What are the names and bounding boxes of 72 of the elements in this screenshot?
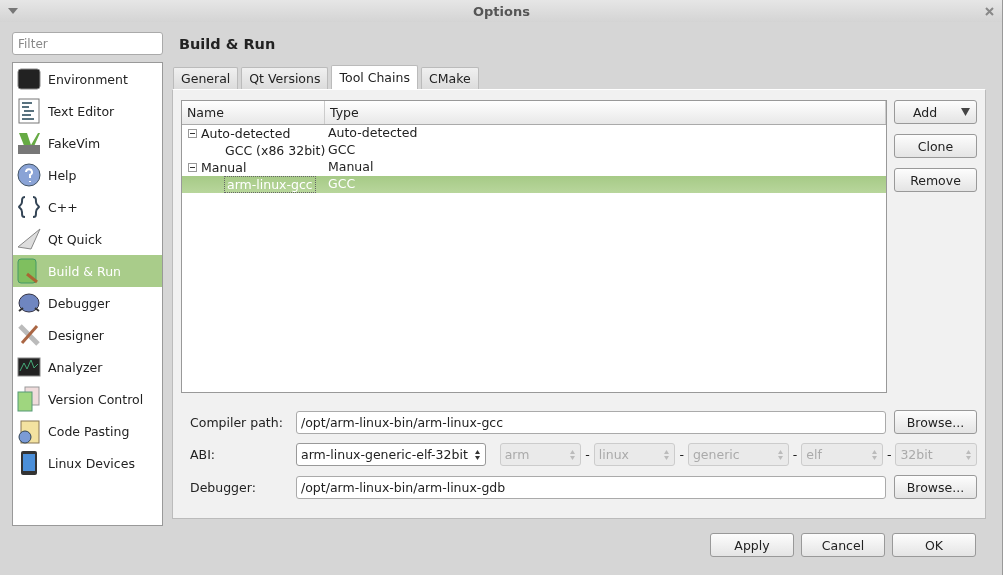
column-header[interactable]: Type — [325, 101, 886, 124]
category-icon — [16, 418, 42, 444]
tree-cell-text: GCC — [327, 176, 356, 193]
category-icon — [16, 291, 42, 315]
browse-button[interactable]: Browse... — [894, 475, 977, 499]
filter-field[interactable]: Filter — [12, 32, 163, 55]
tab[interactable]: Tool Chains — [331, 65, 418, 89]
category-icon — [16, 357, 42, 377]
sidebar-item[interactable]: Help — [13, 159, 162, 191]
tree-row[interactable]: Manual Manual — [182, 159, 886, 176]
toolbar-button[interactable]: Remove — [894, 168, 977, 192]
sidebar-item[interactable]: Version Control — [13, 383, 162, 415]
tree-cell: GCC (x86 32bit) — [225, 143, 326, 158]
sidebar-item[interactable]: Code Pasting — [13, 415, 162, 447]
sidebar-item[interactable]: Designer — [13, 319, 162, 351]
add-button[interactable]: Add — [894, 100, 977, 124]
spinner-arrows-icon — [663, 448, 671, 461]
sidebar-item[interactable]: C++ — [13, 191, 162, 223]
dropdown-arrow-icon — [961, 108, 970, 116]
category-icon — [16, 98, 42, 124]
spinner-arrows-icon — [569, 448, 577, 461]
category-icon — [16, 68, 42, 90]
column-header[interactable]: Name — [182, 101, 325, 124]
tree-cell-text: Auto-detected — [327, 125, 418, 142]
tab[interactable]: CMake — [420, 67, 479, 89]
browse-button[interactable]: Browse... — [894, 410, 977, 434]
category-icon — [16, 386, 42, 412]
tab[interactable]: Qt Versions — [241, 67, 329, 89]
sidebar-item[interactable]: Analyzer — [13, 351, 162, 383]
category-icon — [16, 163, 42, 187]
separator-text: - — [792, 447, 798, 462]
sidebar-item[interactable]: Linux Devices — [13, 447, 162, 479]
compiler-path-field[interactable]: /opt/arm-linux-bin/arm-linux-gcc — [296, 410, 886, 434]
spinner-arrows-icon — [473, 448, 481, 461]
spinner-arrows-icon — [870, 448, 878, 461]
field-label: Compiler path: — [190, 414, 284, 430]
category-icon — [16, 323, 42, 347]
close-icon[interactable] — [985, 6, 994, 16]
menu-icon[interactable] — [8, 8, 18, 14]
toolbar-button[interactable]: Clone — [894, 134, 977, 158]
sidebar-item[interactable]: Debugger — [13, 287, 162, 319]
sidebar-item[interactable]: Qt Quick — [13, 223, 162, 255]
field-label: Debugger: — [190, 479, 257, 495]
tree-row[interactable]: Auto-detected Auto-detected — [182, 125, 886, 142]
tab[interactable]: General — [173, 67, 239, 89]
separator-text: - — [886, 447, 892, 462]
category-icon — [16, 195, 42, 219]
spinner-arrows-icon — [776, 448, 784, 461]
dialog-button[interactable]: Apply — [710, 533, 794, 557]
category-icon — [16, 227, 42, 251]
sidebar-item[interactable]: Text Editor — [13, 95, 162, 127]
separator-text: - — [679, 447, 684, 462]
debugger-field[interactable]: /opt/arm-linux-bin/arm-linux-gdb — [296, 475, 886, 499]
tree-cell: arm-linux-gcc — [225, 177, 315, 192]
tree-cell: Manual — [201, 160, 247, 175]
dialog-button[interactable]: Cancel — [801, 533, 885, 557]
separator-text: - — [585, 447, 590, 462]
collapse-icon[interactable] — [188, 163, 197, 172]
tree-row[interactable]: GCC (x86 32bit) GCC — [182, 142, 886, 159]
collapse-icon[interactable] — [188, 129, 197, 138]
abi-select[interactable]: arm-linux-generic-elf-32bit — [296, 443, 486, 466]
page-title: Build & Run — [178, 34, 277, 54]
tree-cell: Auto-detected — [201, 126, 291, 141]
tree-cell-text: Manual — [327, 159, 374, 176]
window-title: Options — [473, 3, 530, 19]
spinner-arrows-icon — [965, 448, 972, 461]
dialog-button[interactable]: OK — [892, 533, 976, 557]
field-label: ABI: — [190, 447, 217, 462]
category-icon — [16, 131, 42, 155]
sidebar-item[interactable]: Environment — [13, 63, 162, 95]
tree-cell-text: GCC — [327, 142, 356, 159]
sidebar-item[interactable]: FakeVim — [13, 127, 162, 159]
